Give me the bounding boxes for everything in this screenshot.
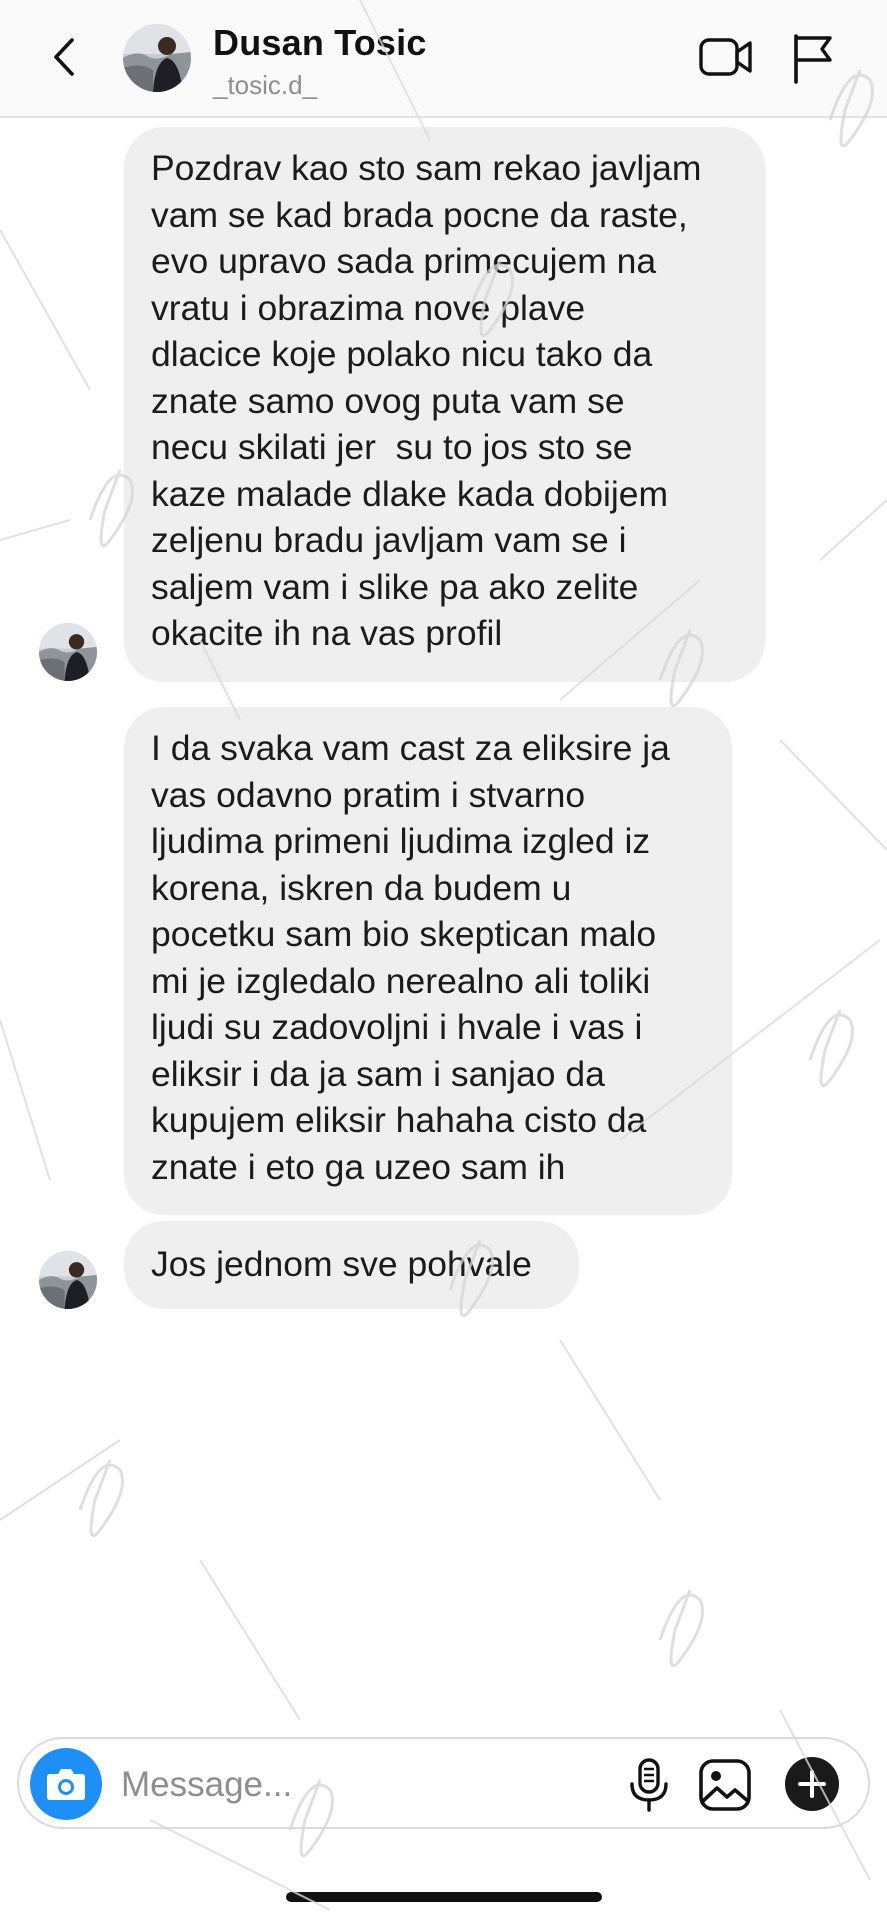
sender-avatar[interactable] [39,623,97,681]
message-line: zeljenu bradu javljam vam se i [151,520,627,560]
microphone-icon [630,1758,668,1812]
message-line: pocetku sam bio skeptican malo [151,914,657,954]
message-line: dlacice koje polako nicu tako da [151,334,653,374]
message-line: saljem vam i slike pa ako zelite [151,566,639,607]
message-line: znate i eto ga uzeo sam ih [151,1146,566,1187]
report-button[interactable] [790,32,836,84]
voice-message-button[interactable] [623,1757,675,1813]
message-bubble[interactable]: Jos jednom sve pohvale [124,1221,579,1309]
gallery-button[interactable] [697,1757,753,1813]
message-line: Jos jednom sve pohvale [151,1244,532,1284]
video-call-button[interactable] [698,34,754,80]
plus-icon [798,1770,826,1798]
gallery-icon [699,1759,751,1811]
home-indicator [286,1892,602,1902]
message-bubble[interactable]: Pozdrav kao sto sam rekao javljam vam se… [124,127,765,682]
back-button[interactable] [46,34,86,80]
sender-avatar[interactable] [39,1251,97,1309]
message-bubble[interactable]: I da svaka vam cast za eliksire ja vas o… [124,707,732,1215]
chat-header: Dusan Tosic _tosic.d_ [0,0,887,118]
message-line: korena, iskren da budem u [151,867,572,908]
contact-username[interactable]: _tosic.d_ [213,70,317,101]
message-line: Pozdrav kao sto sam rekao javljam [151,148,702,188]
message-line: necu skilati jer su to jos sto se [151,427,633,467]
message-input[interactable]: Message... [121,1765,292,1805]
camera-button[interactable] [30,1748,102,1820]
contact-avatar[interactable] [123,24,191,92]
message-line: vas odavno pratim i stvarno [151,774,586,815]
camera-icon [47,1769,85,1800]
message-line: kaze malade dlake kada dobijem [151,473,669,514]
message-line: ljudi su zadovoljni i hvale i vas i [151,1007,643,1047]
message-line: znate samo ovog puta vam se [151,380,625,421]
message-line: evo upravo sada primecujem na [151,241,657,281]
chevron-left-icon [54,38,74,76]
message-line: kupujem eliksir hahaha cisto da [151,1100,647,1140]
flag-icon [794,34,832,84]
message-line: vam se kad brada pocne da raste, [151,194,688,235]
message-composer: Message... [17,1737,870,1829]
message-line: ljudima primeni ljudima izgled iz [151,821,651,861]
message-line: mi je izgledalo nerealno ali toliki [151,960,651,1001]
message-line: vratu i obrazima nove plave [151,287,586,328]
more-options-button[interactable] [785,1757,839,1811]
contact-name[interactable]: Dusan Tosic [213,22,427,64]
video-call-icon [699,38,752,76]
message-line: okacite ih na vas profil [151,613,503,653]
message-line: eliksir i da ja sam i sanjao da [151,1053,605,1094]
message-line: I da svaka vam cast za eliksire ja [151,728,670,768]
